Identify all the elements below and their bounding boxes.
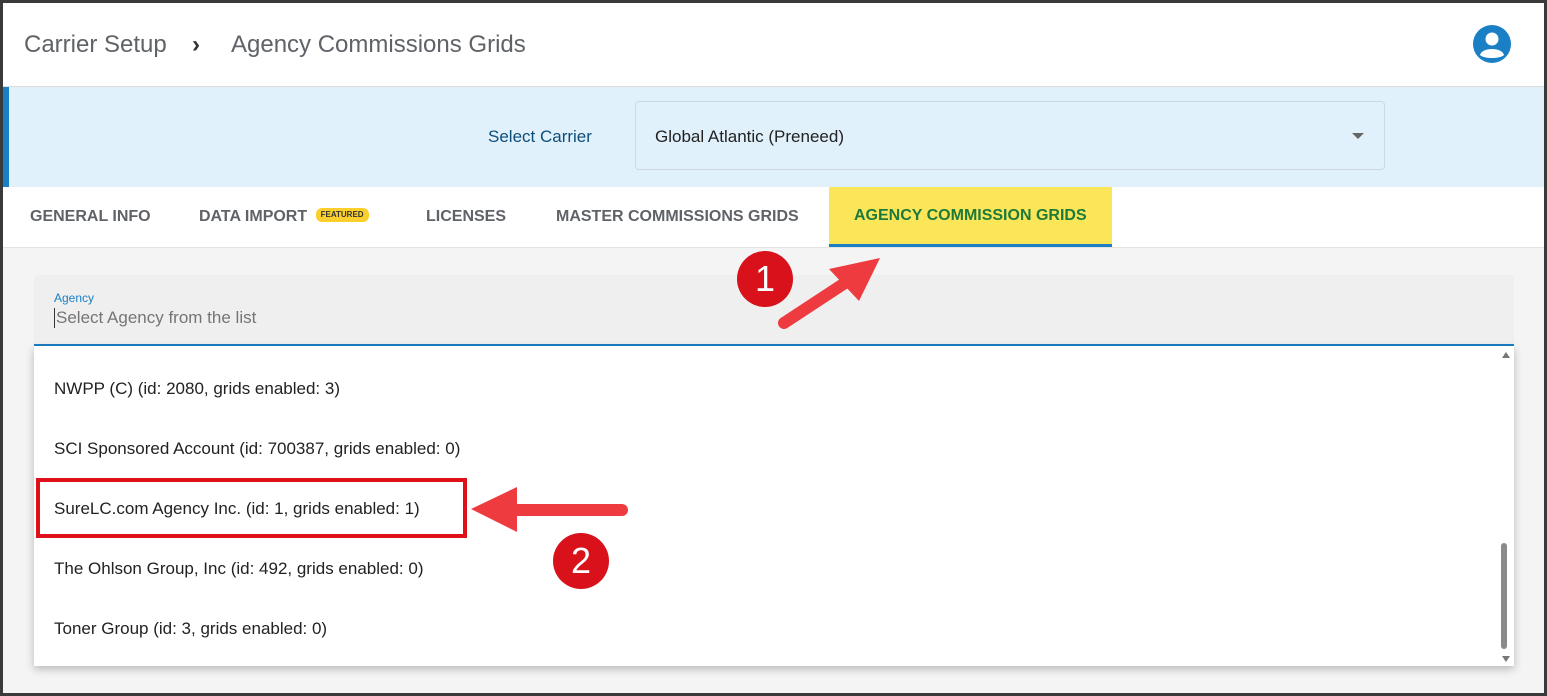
tab-label: MASTER COMMISSIONS GRIDS [556,208,799,225]
select-carrier-label: Select Carrier [488,127,592,146]
breadcrumb-carrier-setup[interactable]: Carrier Setup [24,31,167,59]
tab-data-import[interactable]: DATA IMPORT FEATURED [199,187,369,247]
app-window: Carrier Setup › Agency Commissions Grids… [0,0,1547,696]
tab-general-info[interactable]: GENERAL INFO [30,187,151,247]
carrier-selector-band: Select Carrier Global Atlantic (Preneed) [3,87,1544,187]
tab-bar: GENERAL INFO DATA IMPORT FEATURED LICENS… [3,187,1544,248]
carrier-selected-value: Global Atlantic (Preneed) [655,127,844,146]
tab-label: GENERAL INFO [30,208,151,225]
tab-label: AGENCY COMMISSION GRIDS [854,207,1087,224]
scrollbar-thumb[interactable] [1501,543,1507,649]
list-item[interactable]: NWPP (C) (id: 2080, grids enabled: 3) [54,379,340,399]
top-header: Carrier Setup › Agency Commissions Grids [3,3,1544,87]
highlight-box [36,478,467,538]
tab-agency-commission-grids[interactable]: AGENCY COMMISSION GRIDS [829,187,1112,247]
agency-search-input[interactable] [54,308,954,328]
step-marker-1: 1 [737,251,793,307]
list-item[interactable]: The Ohlson Group, Inc (id: 492, grids en… [54,559,423,579]
breadcrumb-chevron-icon: › [192,31,200,58]
page-title: Agency Commissions Grids [231,31,526,58]
carrier-select[interactable]: Global Atlantic (Preneed) [635,101,1385,170]
caret-down-icon [1352,133,1364,139]
tab-label: DATA IMPORT [199,208,308,225]
featured-badge: FEATURED [315,207,369,222]
tab-licenses[interactable]: LICENSES [426,187,506,247]
scroll-down-arrow-icon[interactable] [1502,656,1510,662]
list-item[interactable]: Toner Group (id: 3, grids enabled: 0) [54,619,327,639]
scroll-up-arrow-icon[interactable] [1502,352,1510,358]
account-circle-icon[interactable] [1472,24,1512,64]
agency-field-label: Agency [54,291,95,305]
step-marker-2: 2 [553,533,609,589]
tab-label: LICENSES [426,208,507,225]
list-item[interactable]: SCI Sponsored Account (id: 700387, grids… [54,439,460,459]
tab-master-commissions-grids[interactable]: MASTER COMMISSIONS GRIDS [556,187,799,247]
